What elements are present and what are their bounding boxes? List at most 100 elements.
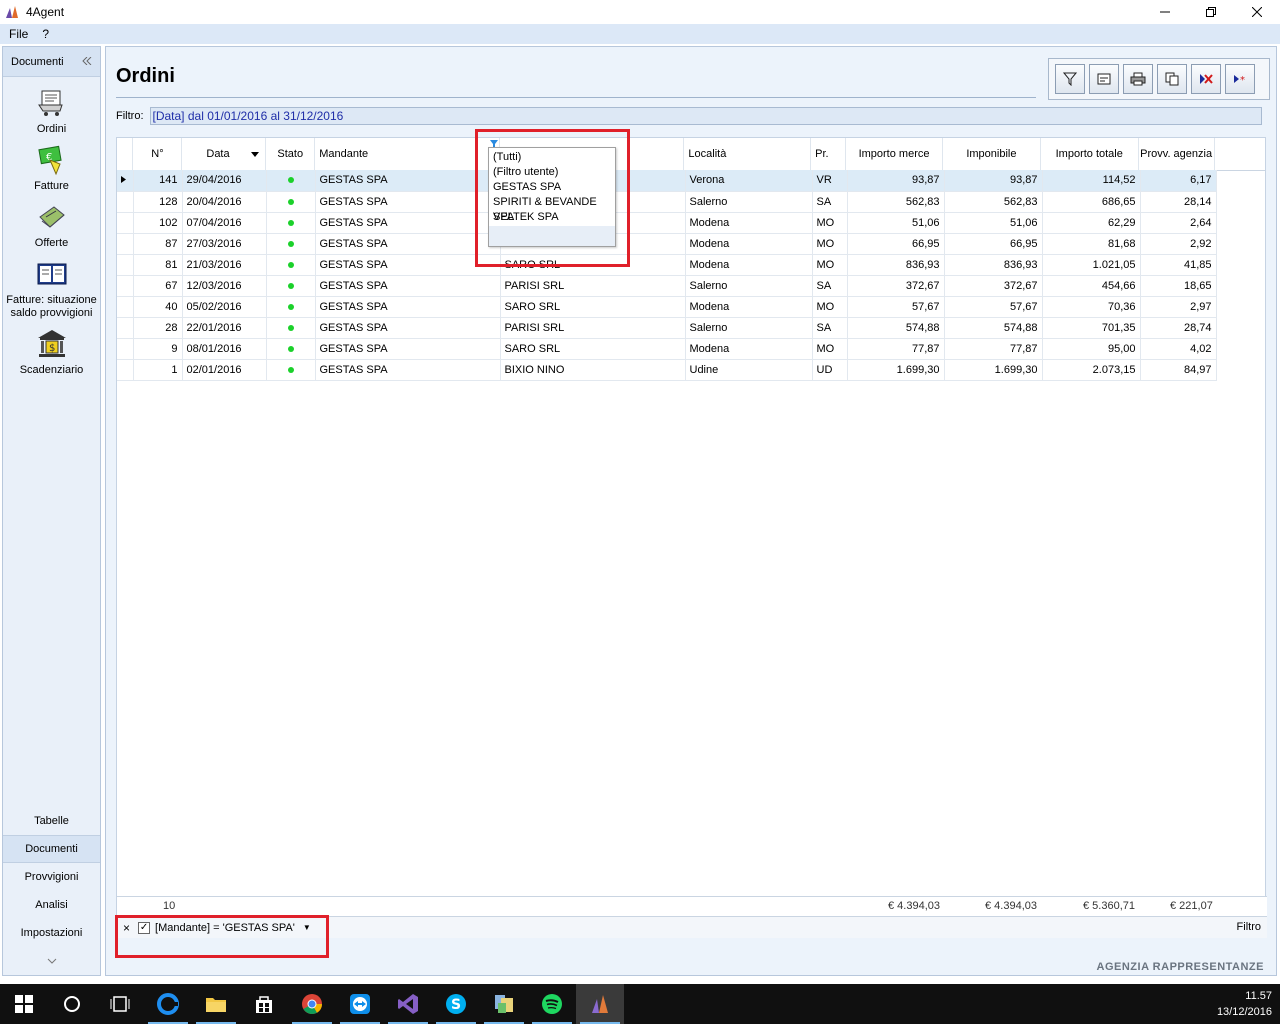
- header-localita[interactable]: Località: [683, 138, 812, 171]
- grid-body: 141 29/04/2016 GESTAS SPA Verona VR 93,87 93,8…: [117, 170, 1217, 381]
- cell-imponibile: 51,06: [944, 212, 1043, 234]
- header-provv-agenzia[interactable]: Provv. agenzia: [1138, 138, 1215, 171]
- header-numero[interactable]: N°: [132, 138, 183, 171]
- cell-localita: Salerno: [685, 317, 813, 339]
- nav-item-label: Ordini: [36, 123, 67, 135]
- 4agent-icon: [592, 995, 608, 1013]
- table-row[interactable]: 28 22/01/2016 GESTAS SPA PARISI SRL Salerno S…: [117, 317, 1217, 339]
- nav-panel-header: Documenti: [3, 47, 100, 77]
- copy-button[interactable]: [1157, 64, 1187, 94]
- task-view-icon: [110, 996, 130, 1012]
- category-impostazioni[interactable]: Impostazioni: [3, 919, 100, 947]
- nav-item-label: Offerte: [34, 237, 69, 249]
- cell-localita: Modena: [685, 233, 813, 255]
- header-mandante[interactable]: Mandante: [314, 138, 500, 171]
- start-button[interactable]: [0, 984, 48, 1024]
- cell-importo-merce: 836,93: [847, 254, 945, 276]
- expand-categories-button[interactable]: [3, 947, 100, 975]
- nav-item-ordini[interactable]: Ordini: [3, 87, 100, 136]
- 4agent-taskbar-button[interactable]: [576, 984, 624, 1024]
- menu-bar: File ?: [0, 24, 1280, 44]
- cell-localita: Modena: [685, 212, 813, 234]
- cell-data: 08/01/2016: [182, 338, 267, 360]
- header-importo-merce[interactable]: Importo merce: [845, 138, 943, 171]
- status-dot: [287, 366, 294, 373]
- cell-numero: 141: [133, 170, 183, 192]
- visual-studio-taskbar-button[interactable]: [384, 984, 432, 1024]
- cell-importo-merce: 1.699,30: [847, 359, 945, 381]
- offer-icon: [36, 201, 68, 233]
- cell-provincia: MO: [812, 233, 848, 255]
- table-row[interactable]: 1 02/01/2016 GESTAS SPA BIXIO NINO Udine UD 1.…: [117, 359, 1217, 381]
- category-tabelle[interactable]: Tabelle: [3, 807, 100, 835]
- table-row[interactable]: 81 21/03/2016 GESTAS SPA SARO SRL Modena MO 83…: [117, 254, 1217, 276]
- system-clock[interactable]: 11.57 13/12/2016: [1217, 988, 1272, 1020]
- nav-item-label: Fatture: [34, 180, 69, 192]
- remove-filter-button[interactable]: [1191, 64, 1221, 94]
- app-taskbar-button[interactable]: [480, 984, 528, 1024]
- chrome-taskbar-button[interactable]: [288, 984, 336, 1024]
- teamviewer-taskbar-button[interactable]: [336, 984, 384, 1024]
- category-provvigioni[interactable]: Provvigioni: [3, 863, 100, 891]
- cell-imponibile: 562,83: [944, 191, 1043, 213]
- table-row[interactable]: 128 20/04/2016 GESTAS SPA Salerno SA 562,83 56…: [117, 191, 1217, 213]
- cell-data: 29/04/2016: [182, 170, 267, 192]
- new-record-button[interactable]: *: [1225, 64, 1255, 94]
- cell-stato: [266, 296, 316, 318]
- status-dot: [287, 345, 294, 352]
- cell-provincia: SA: [812, 317, 848, 339]
- menu-help[interactable]: ?: [42, 27, 49, 41]
- table-row[interactable]: 87 27/03/2016 GESTAS SPA Modena MO 66,95 66,95…: [117, 233, 1217, 255]
- bank-icon: $: [36, 328, 68, 360]
- table-row[interactable]: 9 08/01/2016 GESTAS SPA SARO SRL Modena MO 77,…: [117, 338, 1217, 360]
- print-button[interactable]: [1123, 64, 1153, 94]
- cell-mandante: GESTAS SPA: [315, 254, 501, 276]
- explorer-taskbar-button[interactable]: [192, 984, 240, 1024]
- skype-taskbar-button[interactable]: S: [432, 984, 480, 1024]
- filter-label: Filtro:: [116, 110, 144, 122]
- header-provincia[interactable]: Pr.: [810, 138, 847, 171]
- row-indicator: [117, 191, 134, 213]
- header-stato[interactable]: Stato: [265, 138, 316, 171]
- title-divider: [116, 97, 1036, 98]
- cell-importo-totale: 95,00: [1042, 338, 1141, 360]
- table-row[interactable]: 141 29/04/2016 GESTAS SPA Verona VR 93,87 93,8…: [117, 170, 1217, 192]
- filter-editor-link[interactable]: Filtro: [1237, 921, 1261, 933]
- restore-button[interactable]: [1188, 0, 1234, 24]
- store-taskbar-button[interactable]: [240, 984, 288, 1024]
- filter-field[interactable]: [Data] dal 01/01/2016 al 31/12/2016: [149, 107, 1262, 125]
- nav-item-offerte[interactable]: Offerte: [3, 201, 100, 250]
- nav-item-label: Scadenziario: [19, 364, 84, 376]
- taskbar: S 11.57 13/12/2016: [0, 984, 1280, 1024]
- collapse-panel-icon[interactable]: [82, 56, 92, 68]
- header-data[interactable]: Data: [181, 138, 267, 171]
- cell-importo-totale: 2.073,15: [1042, 359, 1141, 381]
- cell-stato: [266, 359, 316, 381]
- filter-button[interactable]: [1055, 64, 1085, 94]
- spotify-taskbar-button[interactable]: [528, 984, 576, 1024]
- task-view-button[interactable]: [96, 984, 144, 1024]
- category-analisi[interactable]: Analisi: [3, 891, 100, 919]
- menu-file[interactable]: File: [9, 27, 28, 41]
- table-row[interactable]: 67 12/03/2016 GESTAS SPA PARISI SRL Salerno S…: [117, 275, 1217, 297]
- search-taskbar-button[interactable]: [48, 984, 96, 1024]
- edge-taskbar-button[interactable]: [144, 984, 192, 1024]
- preview-button[interactable]: [1089, 64, 1119, 94]
- funnel-icon: [1063, 72, 1077, 86]
- cell-numero: 1: [133, 359, 183, 381]
- category-documenti[interactable]: Documenti: [3, 835, 100, 863]
- nav-item-scadenziario[interactable]: $ Scadenziario: [3, 328, 100, 377]
- cell-provv-agenzia: 28,14: [1140, 191, 1217, 213]
- cell-data: 02/01/2016: [182, 359, 267, 381]
- row-indicator: [117, 359, 134, 381]
- table-row[interactable]: 40 05/02/2016 GESTAS SPA SARO SRL Modena MO 57…: [117, 296, 1217, 318]
- nav-item-fatture[interactable]: € Fatture: [3, 144, 100, 193]
- close-button[interactable]: [1234, 0, 1280, 24]
- nav-item-fatture-saldo[interactable]: Fatture: situazione saldo provvigioni: [3, 258, 100, 320]
- header-importo-totale[interactable]: Importo totale: [1040, 138, 1139, 171]
- new-record-icon: *: [1234, 75, 1245, 86]
- header-imponibile[interactable]: Imponibile: [942, 138, 1041, 171]
- minimize-button[interactable]: [1142, 0, 1188, 24]
- svg-text:$: $: [49, 343, 55, 354]
- table-row[interactable]: 102 07/04/2016 GESTAS SPA Modena MO 51,06 51,0…: [117, 212, 1217, 234]
